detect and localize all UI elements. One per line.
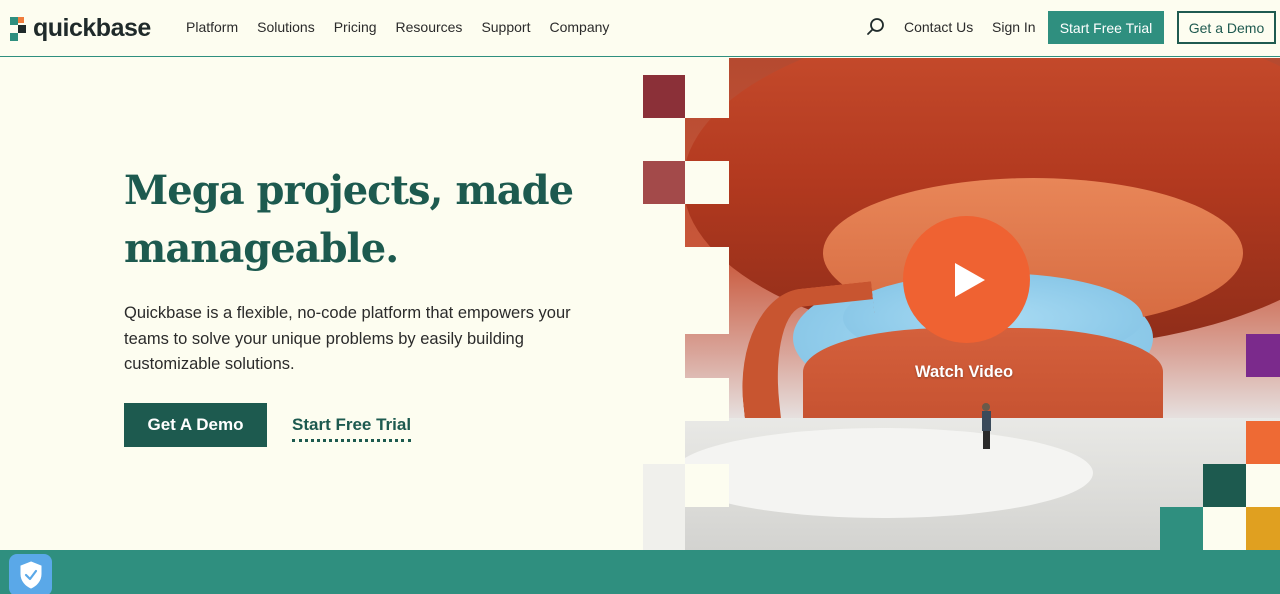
deco-block [685, 58, 729, 118]
shield-check-icon[interactable] [9, 554, 52, 594]
hero-start-free-trial-link[interactable]: Start Free Trial [292, 415, 412, 442]
deco-block [685, 161, 729, 204]
deco-block [643, 58, 685, 75]
nav-item-platform[interactable]: Platform [186, 19, 238, 35]
nav-item-pricing[interactable]: Pricing [334, 19, 377, 35]
start-free-trial-button[interactable]: Start Free Trial [1048, 11, 1164, 44]
deco-block [1160, 507, 1203, 550]
deco-block [643, 161, 685, 204]
deco-block [1246, 464, 1280, 507]
nav-item-resources[interactable]: Resources [396, 19, 463, 35]
contact-us-link[interactable]: Contact Us [904, 19, 973, 35]
main-nav: Platform Solutions Pricing Resources Sup… [186, 19, 609, 35]
person-figure [981, 403, 991, 451]
deco-block [685, 464, 729, 507]
nav-item-company[interactable]: Company [549, 19, 609, 35]
play-icon [954, 262, 985, 297]
hero-video-image[interactable]: Watch Video [643, 58, 1280, 550]
site-header: quickbase Platform Solutions Pricing Res… [0, 0, 1280, 57]
deco-block [643, 118, 685, 161]
deco-block [685, 247, 729, 334]
deco-block [685, 378, 729, 421]
deco-block [643, 75, 685, 118]
deco-block [643, 464, 685, 550]
deco-block [1246, 421, 1280, 464]
deco-block [1246, 507, 1280, 550]
deco-block [1203, 507, 1246, 550]
hero-get-demo-button[interactable]: Get A Demo [124, 403, 267, 447]
deco-block [643, 334, 685, 464]
nav-item-solutions[interactable]: Solutions [257, 19, 315, 35]
deco-block [643, 204, 685, 334]
bottom-section-band [0, 550, 1280, 594]
sign-in-link[interactable]: Sign In [992, 19, 1036, 35]
deco-block [1203, 464, 1246, 507]
hero-description: Quickbase is a flexible, no-code platfor… [124, 304, 571, 373]
plaza-path [673, 428, 1093, 518]
logo-text: quickbase [33, 14, 151, 42]
nav-item-support[interactable]: Support [481, 19, 530, 35]
quickbase-logo[interactable]: quickbase [10, 14, 151, 43]
get-a-demo-button[interactable]: Get a Demo [1177, 11, 1276, 44]
hero-title: Mega projects, made manageable. [124, 167, 574, 272]
play-video-button[interactable] [903, 216, 1030, 343]
deco-block [1246, 334, 1280, 377]
watch-video-label[interactable]: Watch Video [915, 363, 1013, 382]
search-icon[interactable] [866, 17, 886, 37]
logo-mark-icon [10, 16, 28, 41]
